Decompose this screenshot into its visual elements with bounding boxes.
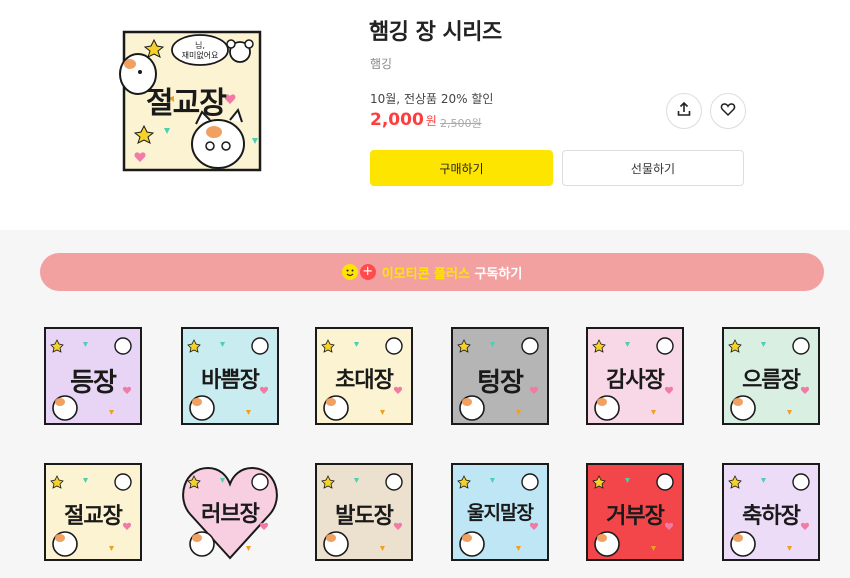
price-value: 2,000 [370,110,424,130]
sticker-label: 울지말장 [467,502,534,524]
sticker-tile[interactable]: 등장 [43,326,143,426]
product-title: 햄깅 장 시리즈 [369,20,502,45]
emoticon-plus-banner[interactable]: + 이모티콘 플러스 구독하기 [40,253,824,291]
sticker-label: 축하장 [742,504,801,529]
sticker-tile[interactable]: 초대장 [314,326,414,426]
svg-text:님,: 님, [195,41,205,50]
sticker-label: 러브장 [201,502,260,527]
sticker-label: 발도장 [335,504,394,529]
sticker-label: 감사장 [606,368,665,393]
svg-text:재미없어요: 재미없어요 [182,50,219,60]
sticker-label: 텅장 [477,368,524,398]
product-thumbnail: 님, 재미없어요 절교장 [118,28,264,174]
author-link[interactable]: 햄깅 [370,55,392,72]
promo-text: 10월, 전상품 20% 할인 [370,92,494,106]
product-header: 님, 재미없어요 절교장 햄깅 장 시리즈 햄깅 10월, 전상품 20% 할인 [0,0,850,230]
buy-button[interactable]: 구매하기 [370,150,553,186]
sticker-label: 으름장 [742,368,801,393]
sticker-label: 등장 [70,368,117,398]
heart-icon [720,101,736,121]
price-unit: 원 [425,114,437,128]
sticker-label: 바쁨장 [201,368,260,393]
sticker-tile[interactable]: 절교장 [43,462,143,562]
sale-price: 2,000 원 [370,110,437,130]
sticker-tile[interactable]: 감사장 [585,326,685,426]
like-button[interactable] [710,93,746,129]
smiley-icon [341,264,358,280]
sticker-tile[interactable]: 으름장 [721,326,821,426]
sticker-tile[interactable]: 거부장 [585,462,685,562]
original-price: 2,500원 [440,117,482,130]
sticker-tile[interactable]: 러브장 [180,462,280,562]
gift-button[interactable]: 선물하기 [562,150,744,186]
share-button[interactable] [666,93,702,129]
plus-highlight: 이모티콘 플러스 [381,266,470,282]
hero-label: 절교장 [146,86,227,121]
sticker-label: 절교장 [64,504,123,529]
sticker-tile[interactable]: 발도장 [314,462,414,562]
sticker-tile[interactable]: 텅장 [450,326,550,426]
share-icon [676,101,692,121]
sticker-tile[interactable]: 바쁨장 [180,326,280,426]
sticker-tile[interactable]: 축하장 [721,462,821,562]
sticker-label: 거부장 [606,504,665,529]
sticker-tile[interactable]: 울지말장 [450,462,550,562]
plus-icon: + [359,264,376,280]
plus-subscribe-text: 구독하기 [469,266,523,282]
sticker-label: 초대장 [335,368,394,393]
